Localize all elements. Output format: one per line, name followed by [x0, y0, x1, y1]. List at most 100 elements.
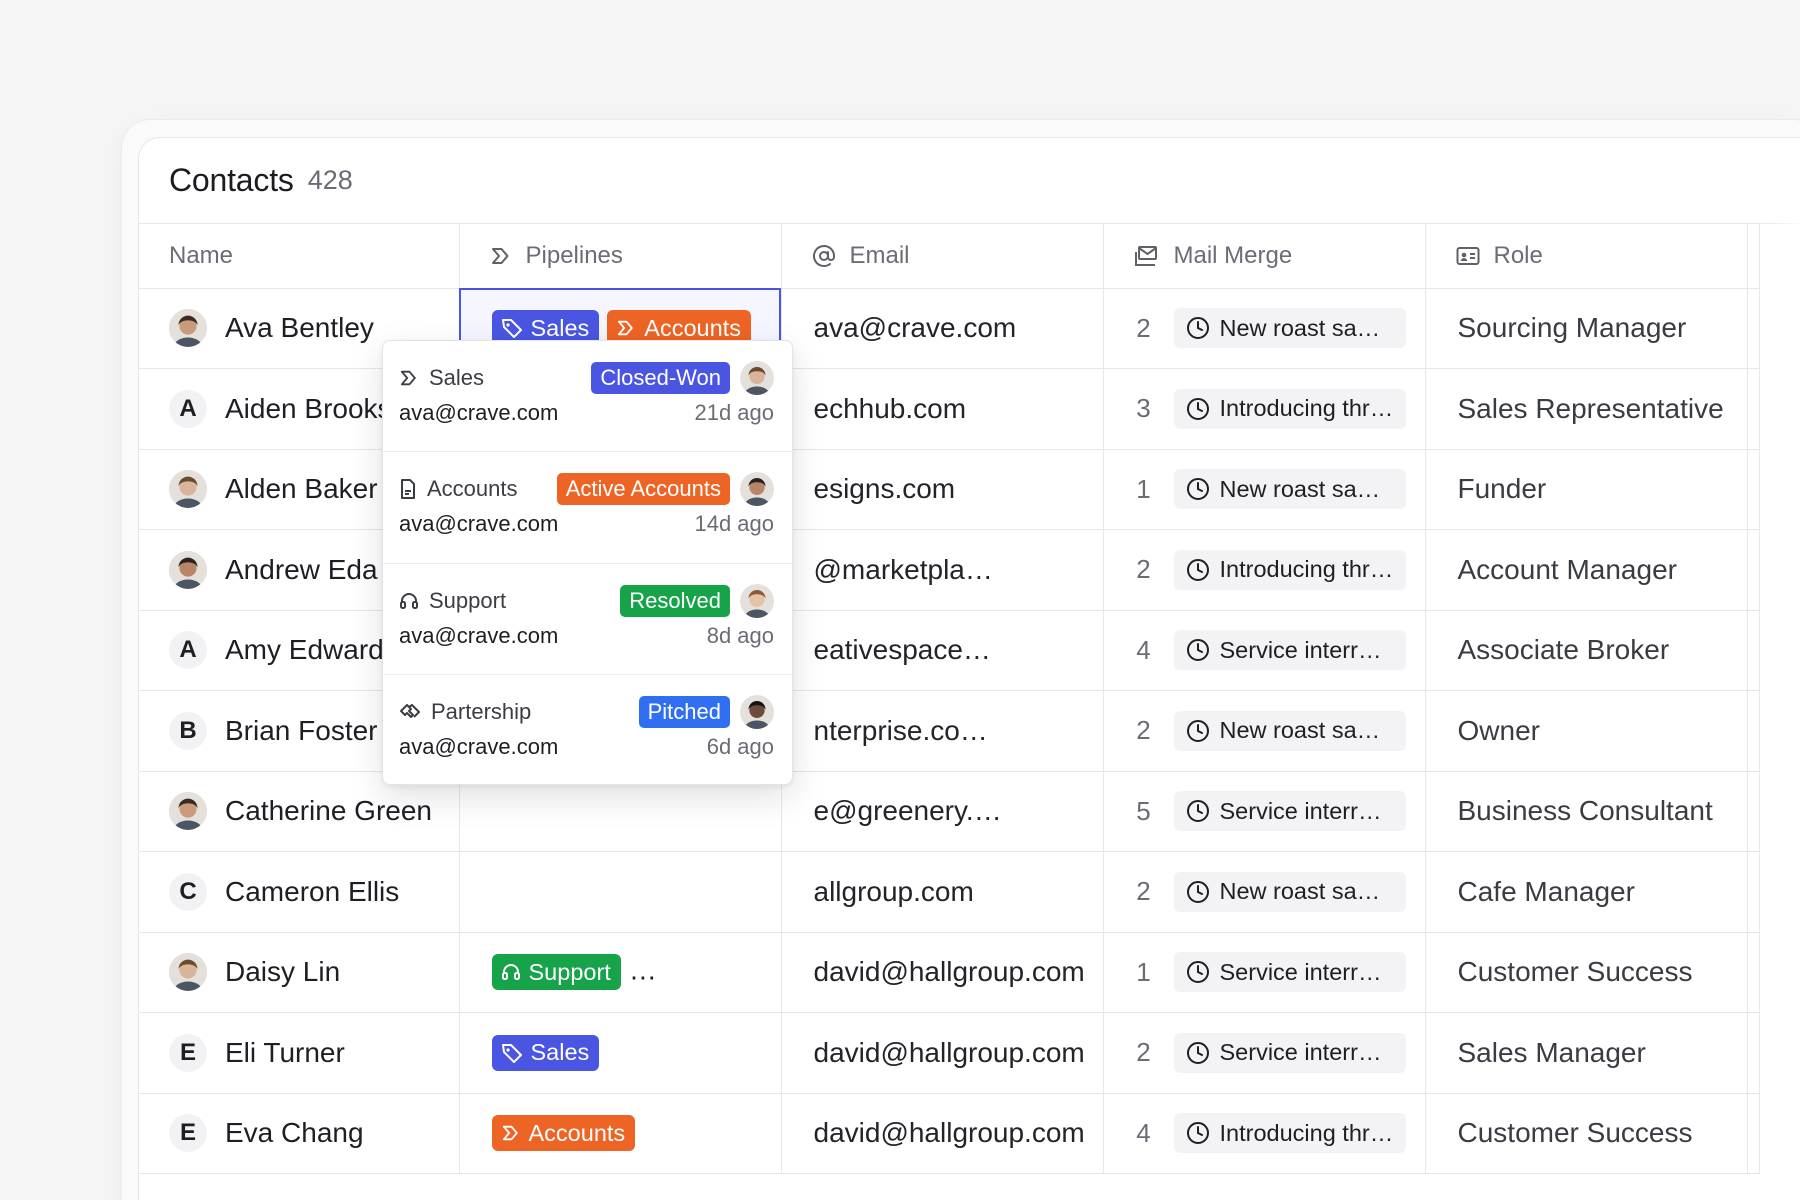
merge-count: 4: [1136, 634, 1151, 665]
email-cell[interactable]: @marketpla…: [781, 529, 1104, 611]
name-cell[interactable]: E Eli Turner: [139, 1012, 460, 1094]
contact-role: Customer Success: [1457, 956, 1693, 988]
mail-merge-cell[interactable]: 3 Introducing thre…: [1103, 368, 1426, 450]
mail-merge-cell[interactable]: 2 New roast sam…: [1103, 288, 1426, 369]
name-cell[interactable]: E Eva Chang: [139, 1093, 460, 1174]
mail-merge-subject: Introducing thre…: [1219, 395, 1394, 422]
column-header-mail-merge[interactable]: Mail Merge: [1103, 224, 1426, 289]
role-cell[interactable]: Cafe Manager: [1425, 851, 1748, 933]
role-cell[interactable]: Customer Success: [1425, 1093, 1748, 1174]
merge-count: 2: [1136, 876, 1151, 907]
pipelines-cell[interactable]: Accounts: [459, 1093, 782, 1174]
table-row[interactable]: Catherine Green e@greenery.… 5 Service inte…: [139, 771, 1760, 852]
table-header-row: Name Pipelines Email Mail Merge Role: [139, 224, 1760, 289]
mail-merge-chip[interactable]: New roast sam…: [1173, 710, 1406, 751]
column-header-name[interactable]: Name: [139, 224, 460, 289]
name-cell[interactable]: Daisy Lin: [139, 932, 460, 1013]
table-row[interactable]: E Eva Chang Accounts david@hallgroup.com 4 In…: [139, 1093, 1760, 1174]
mail-merge-chip[interactable]: New roast sam…: [1173, 308, 1406, 349]
contact-email: david@hallgroup.com: [813, 956, 1085, 988]
email-cell[interactable]: david@hallgroup.com: [781, 1012, 1104, 1094]
popover-pipeline-item[interactable]: Partership Pitched ava@crave.com 6d ago: [383, 675, 792, 786]
mail-merge-cell[interactable]: 2 New roast sam…: [1103, 690, 1426, 772]
mail-merge-subject: New roast sam…: [1219, 717, 1394, 744]
contact-role: Business Consultant: [1457, 795, 1713, 827]
mail-merge-chip[interactable]: Service interrup…: [1173, 1032, 1406, 1073]
column-header-pipelines[interactable]: Pipelines: [459, 224, 782, 289]
email-cell[interactable]: allgroup.com: [781, 851, 1104, 933]
popover-pipeline-item[interactable]: Support Resolved ava@crave.com 8d ago: [383, 564, 792, 675]
pipeline-tag-sales[interactable]: Sales: [491, 1034, 600, 1071]
status-badge[interactable]: Closed-Won: [591, 362, 730, 394]
email-cell[interactable]: david@hallgroup.com: [781, 932, 1104, 1013]
id-card-icon: [1456, 246, 1480, 266]
mail-merge-icon: [1134, 245, 1160, 267]
mail-merge-chip[interactable]: New roast sam…: [1173, 871, 1406, 912]
role-cell[interactable]: Sourcing Manager: [1425, 288, 1748, 369]
role-cell[interactable]: Associate Broker: [1425, 610, 1748, 691]
role-cell[interactable]: Owner: [1425, 690, 1748, 772]
role-cell[interactable]: Funder: [1425, 449, 1748, 530]
mail-merge-chip[interactable]: Introducing thre…: [1173, 549, 1406, 590]
pipelines-cell[interactable]: [459, 851, 782, 933]
popover-pipeline-item[interactable]: Sales Closed-Won ava@crave.com 21d ago: [383, 341, 792, 453]
mail-merge-cell[interactable]: 1 New roast sam…: [1103, 449, 1426, 530]
mail-merge-cell[interactable]: 5 Service interrup…: [1103, 771, 1426, 852]
overflow-cell: [1747, 932, 1760, 1013]
avatar-initial: B: [169, 711, 207, 750]
email-cell[interactable]: e@greenery.…: [781, 771, 1104, 852]
column-header-role[interactable]: Role: [1425, 224, 1748, 289]
pipelines-cell[interactable]: Support Partnersh: [459, 932, 782, 1013]
mail-merge-cell[interactable]: 2 New roast sam…: [1103, 851, 1426, 933]
pipeline-tag-label: Accounts: [528, 1119, 626, 1146]
popover-timestamp: 14d ago: [694, 511, 774, 537]
contact-name: Brian Foster: [225, 714, 378, 746]
email-cell[interactable]: esigns.com: [781, 449, 1104, 530]
mail-merge-chip[interactable]: Service interrup…: [1173, 791, 1406, 832]
owner-avatar: [740, 583, 774, 618]
role-cell[interactable]: Account Manager: [1425, 529, 1748, 611]
mail-merge-cell[interactable]: 4 Introducing thre…: [1103, 1093, 1426, 1174]
email-cell[interactable]: david@hallgroup.com: [781, 1093, 1104, 1174]
status-badge[interactable]: Resolved: [620, 584, 730, 617]
mail-merge-cell[interactable]: 2 Service interrup…: [1103, 1012, 1426, 1094]
role-cell[interactable]: Business Consultant: [1425, 771, 1748, 852]
mail-merge-cell[interactable]: 4 Service interrup…: [1103, 610, 1426, 691]
status-badge[interactable]: Pitched: [638, 695, 730, 728]
column-header-email[interactable]: Email: [781, 224, 1104, 289]
email-cell[interactable]: eativespace…: [781, 610, 1104, 691]
page-title: Contacts: [169, 162, 294, 198]
contact-role: Sales Manager: [1457, 1036, 1646, 1068]
pipeline-tag-support[interactable]: Support: [491, 954, 621, 991]
owner-avatar: [740, 472, 774, 507]
email-cell[interactable]: ava@crave.com: [781, 288, 1104, 369]
mail-merge-subject: New roast sam…: [1219, 878, 1394, 905]
name-cell[interactable]: C Cameron Ellis: [139, 851, 460, 933]
mail-merge-cell[interactable]: 2 Introducing thre…: [1103, 529, 1426, 611]
email-cell[interactable]: echhub.com: [781, 368, 1104, 450]
role-cell[interactable]: Sales Manager: [1425, 1012, 1748, 1094]
role-cell[interactable]: Customer Success: [1425, 932, 1748, 1013]
popover-pipeline-item[interactable]: Accounts Active Accounts ava@crave.com 14d …: [383, 452, 792, 564]
title-bar: Contacts 428: [139, 138, 1800, 224]
email-cell[interactable]: nterprise.co…: [781, 690, 1104, 772]
contact-name: Daisy Lin: [225, 956, 341, 988]
mail-merge-cell[interactable]: 1 Service interrup…: [1103, 932, 1426, 1013]
mail-merge-chip[interactable]: New roast sam…: [1173, 469, 1406, 510]
column-header-label: Pipelines: [525, 241, 623, 269]
table-row[interactable]: Daisy Lin Support Partnersh david@hallgroup…: [139, 932, 1760, 1013]
table-row[interactable]: E Eli Turner Sales david@hallgroup.com 2 Serv…: [139, 1012, 1760, 1094]
status-badge[interactable]: Active Accounts: [556, 473, 730, 506]
mail-merge-chip[interactable]: Introducing thre…: [1173, 1113, 1406, 1154]
mail-merge-chip[interactable]: Service interrup…: [1173, 630, 1406, 671]
table-row[interactable]: C Cameron Ellis allgroup.com 2 New roast sam…: [139, 851, 1760, 933]
owner-avatar: [740, 361, 774, 395]
mail-merge-chip[interactable]: Service interrup…: [1173, 952, 1406, 993]
role-cell[interactable]: Sales Representative: [1425, 368, 1748, 450]
merge-count: 2: [1136, 554, 1151, 585]
clock-icon: [1186, 719, 1210, 743]
pipeline-tag-label: Sales: [530, 1039, 590, 1066]
mail-merge-chip[interactable]: Introducing thre…: [1173, 388, 1406, 429]
pipelines-cell[interactable]: Sales: [459, 1012, 782, 1094]
pipeline-tag-accounts[interactable]: Accounts: [491, 1115, 636, 1152]
